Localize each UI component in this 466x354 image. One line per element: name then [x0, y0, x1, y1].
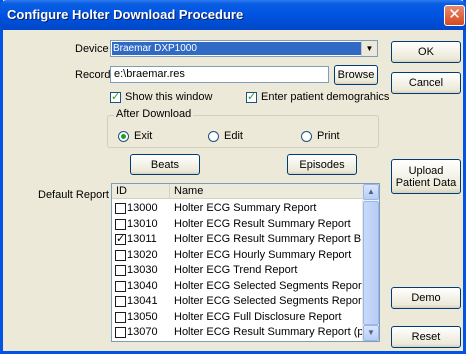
row-id: 13000 — [127, 202, 158, 214]
list-item[interactable]: 13041 Holter ECG Selected Segments Report — [112, 294, 365, 309]
episodes-label: Episodes — [299, 158, 345, 171]
row-id: 13050 — [127, 310, 158, 323]
demo-button[interactable]: Demo — [391, 287, 461, 309]
exit-radio[interactable] — [118, 131, 129, 142]
cancel-button[interactable]: Cancel — [391, 72, 461, 94]
after-download-title: After Download — [114, 108, 194, 120]
row-name: Holter ECG Summary Report — [174, 202, 317, 214]
reset-label: Reset — [411, 331, 441, 343]
scroll-up-icon[interactable]: ▲ — [363, 184, 379, 200]
row-checkbox[interactable] — [115, 327, 126, 338]
upload-patient-data-button[interactable]: Upload Patient Data — [391, 159, 461, 194]
print-label: Print — [317, 130, 340, 142]
enter-demographics-label: Enter patient demograhics — [261, 91, 390, 103]
edit-label: Edit — [224, 130, 243, 142]
record-field[interactable]: e:\braemar.res — [110, 66, 329, 83]
demo-label: Demo — [411, 292, 441, 304]
list-item[interactable]: 13000 Holter ECG Summary Report — [112, 201, 358, 216]
exit-label: Exit — [134, 130, 153, 142]
row-checkbox[interactable] — [115, 311, 126, 323]
title-bar[interactable]: Configure Holter Download Procedure ✕ — [0, 0, 466, 30]
row-checkbox[interactable] — [115, 218, 126, 230]
list-item[interactable]: 13070 Holter ECG Result Summary Report (p… — [112, 325, 379, 340]
record-label: Record — [75, 69, 111, 81]
row-id: 13011 — [127, 233, 157, 245]
row-checkbox[interactable] — [115, 249, 126, 261]
default-report-list[interactable]: ID Name 13000 Holter ECG Summary Report 13… — [111, 183, 380, 342]
show-window-checkbox[interactable] — [110, 90, 121, 103]
list-item[interactable]: 13020 Holter ECG Hourly Summary Report — [112, 248, 358, 263]
row-name: Holter ECG Result Summary Report B — [174, 233, 362, 245]
row-name: Holter ECG Full Disclosure Report — [174, 310, 342, 323]
row-checkbox[interactable] — [115, 296, 126, 307]
row-id: 13041 — [127, 295, 158, 307]
show-window-label: Show this window — [125, 91, 213, 103]
row-id: 13030 — [127, 264, 158, 276]
row-name: Holter ECG Trend Report — [174, 264, 298, 276]
device-select[interactable]: Braemar DXP1000 ▼ — [110, 40, 378, 57]
row-name: Holter ECG Result Summary Report (pa... — [174, 326, 379, 338]
default-report-label: Default Report — [38, 189, 109, 201]
device-label: Device — [75, 43, 109, 55]
row-id: 13040 — [127, 279, 158, 292]
column-header-id[interactable]: ID — [112, 184, 170, 199]
upload-label-line1: Upload — [408, 164, 444, 177]
beats-button[interactable]: Beats — [130, 154, 200, 175]
cancel-label: Cancel — [408, 77, 444, 89]
browse-label: Browse — [337, 69, 375, 81]
beats-label: Beats — [150, 158, 180, 171]
list-item[interactable]: 13050 Holter ECG Full Disclosure Report — [112, 310, 358, 325]
edit-radio[interactable] — [208, 131, 219, 142]
episodes-button[interactable]: Episodes — [287, 154, 357, 175]
dialog-window: Configure Holter Download Procedure ✕ De… — [0, 0, 466, 354]
row-name: Holter ECG Hourly Summary Report — [174, 248, 352, 261]
list-item[interactable]: 13010 Holter ECG Result Summary Report — [112, 217, 358, 232]
list-item[interactable]: 13040 Holter ECG Selected Segments Report — [112, 279, 365, 294]
row-checkbox[interactable] — [115, 280, 126, 292]
ok-button[interactable]: OK — [391, 41, 461, 63]
chevron-down-icon[interactable]: ▼ — [361, 41, 377, 56]
row-name: Holter ECG Result Summary Report — [174, 217, 351, 230]
list-item[interactable]: 13011 Holter ECG Result Summary Report B — [112, 232, 362, 247]
row-checkbox[interactable] — [115, 232, 126, 245]
window-title: Configure Holter Download Procedure — [7, 7, 244, 22]
browse-button[interactable]: Browse — [334, 65, 378, 85]
close-button[interactable]: ✕ — [444, 5, 465, 26]
row-id: 13070 — [127, 326, 158, 338]
ok-label: OK — [418, 46, 434, 58]
list-scrollbar[interactable]: ▲ ▼ — [362, 184, 379, 341]
column-header-name[interactable]: Name — [170, 184, 363, 199]
device-value: Braemar DXP1000 — [112, 42, 361, 55]
row-checkbox[interactable] — [115, 265, 126, 276]
scroll-down-icon[interactable]: ▼ — [363, 325, 379, 341]
upload-label-line2: Patient Data — [395, 176, 457, 189]
row-checkbox[interactable] — [115, 203, 126, 214]
reset-button[interactable]: Reset — [391, 326, 461, 348]
print-radio[interactable] — [301, 131, 312, 142]
list-item[interactable]: 13030 Holter ECG Trend Report — [112, 263, 358, 278]
row-name: Holter ECG Selected Segments Report — [174, 279, 365, 292]
close-icon: ✕ — [448, 5, 461, 23]
row-id: 13020 — [127, 248, 158, 261]
enter-demographics-checkbox[interactable] — [246, 90, 257, 103]
row-name: Holter ECG Selected Segments Report — [174, 295, 365, 307]
row-id: 13010 — [127, 217, 158, 230]
scroll-thumb[interactable] — [363, 201, 379, 325]
